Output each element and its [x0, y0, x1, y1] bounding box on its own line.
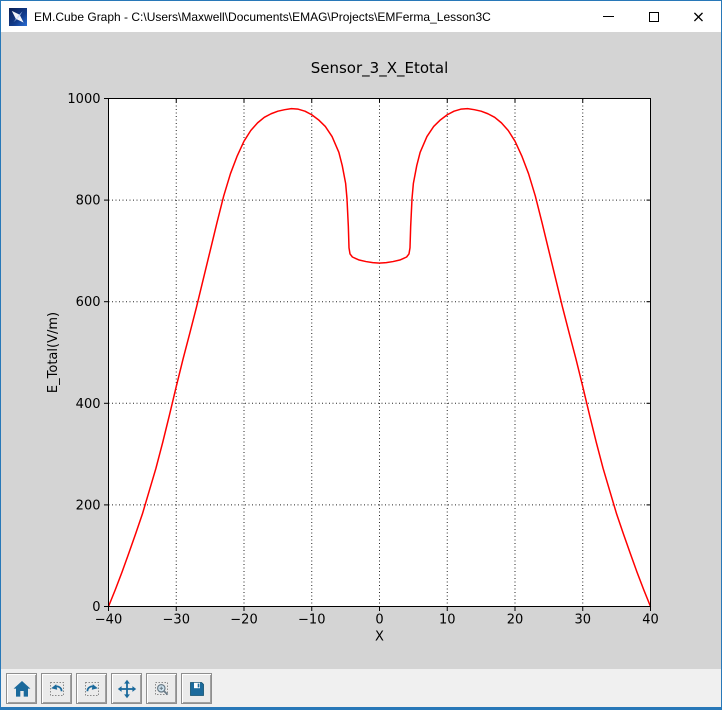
plot-title: Sensor_3_X_Etotal	[311, 59, 449, 78]
maximize-button[interactable]	[631, 1, 676, 32]
window-title: EM.Cube Graph - C:\Users\Maxwell\Documen…	[34, 9, 491, 24]
emcube-app-icon	[9, 7, 27, 26]
svg-text:400: 400	[76, 397, 101, 412]
svg-text:800: 800	[76, 194, 101, 209]
save-button[interactable]	[181, 673, 212, 704]
navigation-toolbar	[1, 669, 721, 707]
x-axis-label: X	[375, 630, 384, 645]
back-icon	[49, 681, 64, 696]
y-axis-label: E_Total(V/m)	[46, 312, 61, 393]
maximize-icon	[648, 11, 659, 22]
svg-text:1000: 1000	[67, 92, 100, 107]
close-icon: ×	[691, 6, 706, 26]
home-button[interactable]	[6, 673, 37, 704]
forward-button[interactable]	[76, 673, 107, 704]
window-controls: ×	[586, 1, 721, 32]
zoom-rect-button[interactable]	[146, 673, 177, 704]
pan-button[interactable]	[111, 673, 142, 704]
figure-canvas[interactable]: −40 −30 −20 −10 0 10 20 30 40 0 200 400 600 800 1000 Se…	[1, 32, 721, 669]
back-button[interactable]	[41, 673, 72, 704]
svg-text:200: 200	[76, 498, 101, 513]
pan-icon	[117, 679, 136, 698]
svg-text:600: 600	[76, 295, 101, 310]
svg-text:−20: −20	[230, 613, 257, 628]
svg-text:30: 30	[574, 613, 591, 628]
svg-text:0: 0	[375, 613, 383, 628]
forward-icon	[84, 681, 99, 696]
minimize-button[interactable]	[586, 1, 631, 32]
svg-text:0: 0	[92, 600, 100, 615]
svg-text:10: 10	[439, 613, 456, 628]
minimize-icon	[603, 16, 614, 17]
svg-text:−30: −30	[163, 613, 190, 628]
svg-text:20: 20	[507, 613, 524, 628]
plot-svg[interactable]: −40 −30 −20 −10 0 10 20 30 4002004006008001000Se…	[1, 32, 721, 669]
emcube-graph-window: EM.Cube Graph - C:\Users\Maxwell\Documen…	[0, 0, 722, 710]
save-icon	[189, 681, 204, 696]
svg-text:40: 40	[642, 613, 659, 628]
zoom-rect-icon	[154, 681, 168, 695]
plot-area	[108, 98, 651, 607]
close-button[interactable]: ×	[676, 1, 721, 32]
home-icon	[13, 680, 30, 697]
titlebar: EM.Cube Graph - C:\Users\Maxwell\Documen…	[1, 1, 721, 32]
svg-text:−10: −10	[298, 613, 325, 628]
